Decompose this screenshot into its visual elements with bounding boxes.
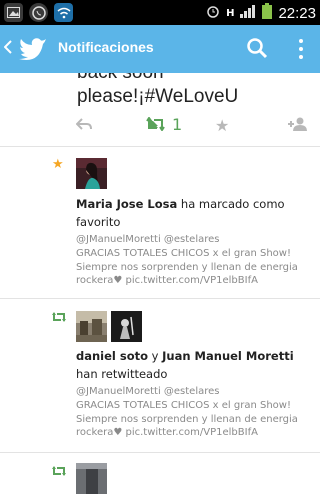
quote-line: @JManuelMoretti @estelares bbox=[76, 234, 220, 245]
twitter-bird-icon[interactable] bbox=[19, 36, 47, 64]
avatar[interactable] bbox=[76, 158, 107, 189]
retweet-icon bbox=[52, 311, 66, 325]
whatsapp-icon bbox=[29, 3, 48, 22]
status-bar: H 22:23 bbox=[0, 0, 320, 25]
actor-name[interactable]: daniel soto bbox=[76, 349, 148, 363]
reply-icon[interactable] bbox=[75, 118, 92, 134]
quote-line: rockera♥ pic.twitter.com/VP1elbBIfA bbox=[76, 275, 258, 287]
notification-title: daniel soto y Juan Manuel Moretti han re… bbox=[76, 347, 312, 383]
follow-icon[interactable] bbox=[287, 117, 309, 135]
quote-line: Siempre nos sorprenden y llenan de energ… bbox=[76, 413, 298, 425]
back-icon[interactable] bbox=[3, 38, 12, 59]
quote-line: GRACIAS TOTALES CHICOS x el gran Show! bbox=[76, 399, 291, 411]
quote-line: Siempre nos sorprenden y llenan de energ… bbox=[76, 261, 298, 273]
quoted-tweet[interactable]: @JManuelMoretti @estelares GRACIAS TOTAL… bbox=[76, 385, 312, 440]
network-type: H bbox=[226, 7, 235, 19]
quote-line: GRACIAS TOTALES CHICOS x el gran Show! bbox=[76, 247, 291, 259]
actor-name[interactable]: Maria Jose Losa bbox=[76, 197, 177, 211]
retweet-icon[interactable] bbox=[146, 116, 166, 135]
signal-icon bbox=[240, 4, 256, 22]
avatar[interactable] bbox=[76, 463, 107, 494]
notification-retweet[interactable]: daniel soto y Juan Manuel Moretti han re… bbox=[0, 299, 320, 453]
tweet-text-line-1: back soon bbox=[77, 73, 164, 85]
avatar[interactable] bbox=[111, 311, 142, 342]
tweet-item[interactable]: back soon please!¡#WeLoveU 1 ★ bbox=[0, 73, 320, 147]
search-icon[interactable] bbox=[246, 37, 268, 63]
retweet-icon bbox=[52, 465, 66, 479]
avatar[interactable] bbox=[76, 311, 107, 342]
quoted-tweet[interactable]: @JManuelMoretti @estelares GRACIAS TOTAL… bbox=[76, 233, 312, 288]
notification-retweet[interactable] bbox=[0, 453, 320, 494]
quote-line: rockera♥ pic.twitter.com/VP1elbBIfA bbox=[76, 427, 258, 439]
quote-line: @JManuelMoretti @estelares bbox=[76, 386, 220, 397]
favorite-star-icon[interactable]: ★ bbox=[215, 116, 229, 135]
wifi-icon bbox=[54, 3, 73, 22]
actor-name[interactable]: Juan Manuel Moretti bbox=[162, 349, 294, 363]
clock: 22:23 bbox=[278, 4, 316, 22]
overflow-menu-icon[interactable] bbox=[296, 37, 306, 61]
retweet-count: 1 bbox=[172, 115, 183, 134]
action-text: han retwitteado bbox=[76, 367, 168, 381]
picture-notification-icon bbox=[4, 3, 23, 22]
app-bar: Notificaciones bbox=[0, 25, 320, 73]
notification-favorite[interactable]: ★ Maria Jose Losa ha marcado como favori… bbox=[0, 147, 320, 299]
page-title: Notificaciones bbox=[58, 39, 154, 55]
alarm-icon bbox=[206, 4, 220, 22]
connector-text: y bbox=[151, 349, 159, 363]
favorite-star-icon: ★ bbox=[52, 157, 64, 172]
tweet-actions: 1 ★ bbox=[75, 115, 316, 137]
battery-icon bbox=[262, 3, 273, 23]
notification-title: Maria Jose Losa ha marcado como favorito bbox=[76, 195, 312, 231]
tweet-text-line-2: please!¡#WeLoveU bbox=[77, 86, 239, 107]
